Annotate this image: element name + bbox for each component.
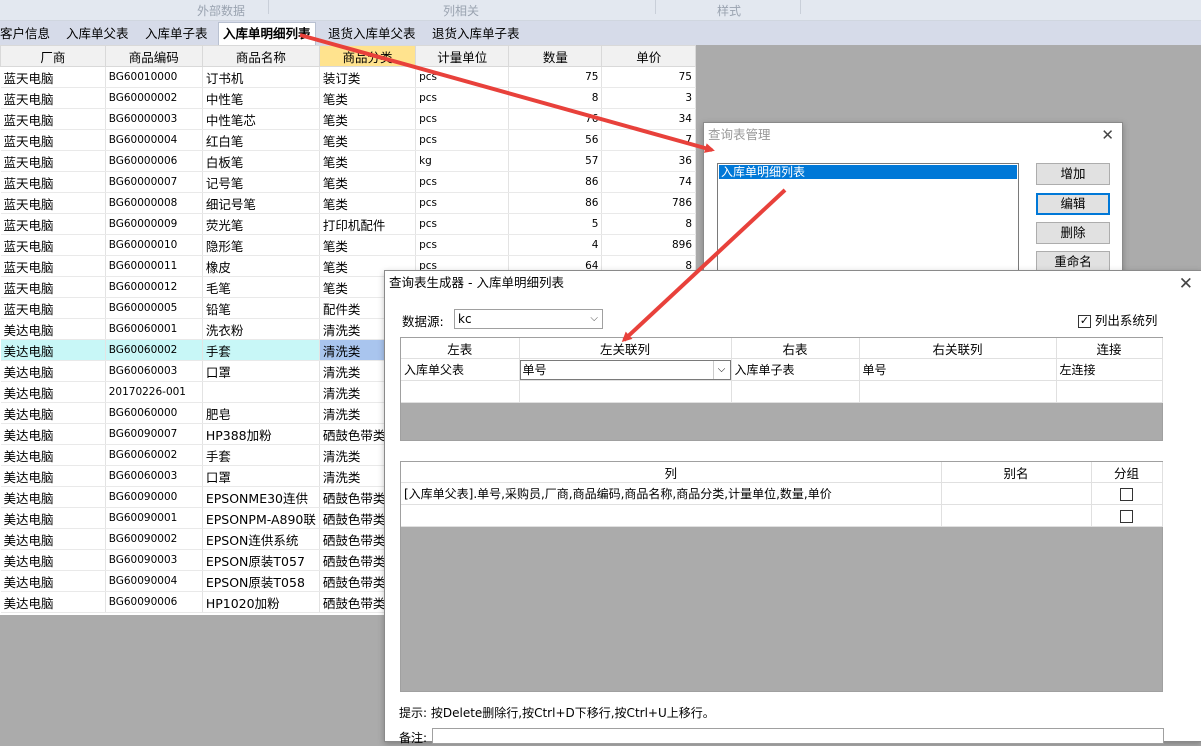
arrow-to-query-list — [299, 33, 715, 153]
arrow-to-left-join-column — [621, 188, 787, 343]
annotation-arrows — [299, 33, 787, 343]
